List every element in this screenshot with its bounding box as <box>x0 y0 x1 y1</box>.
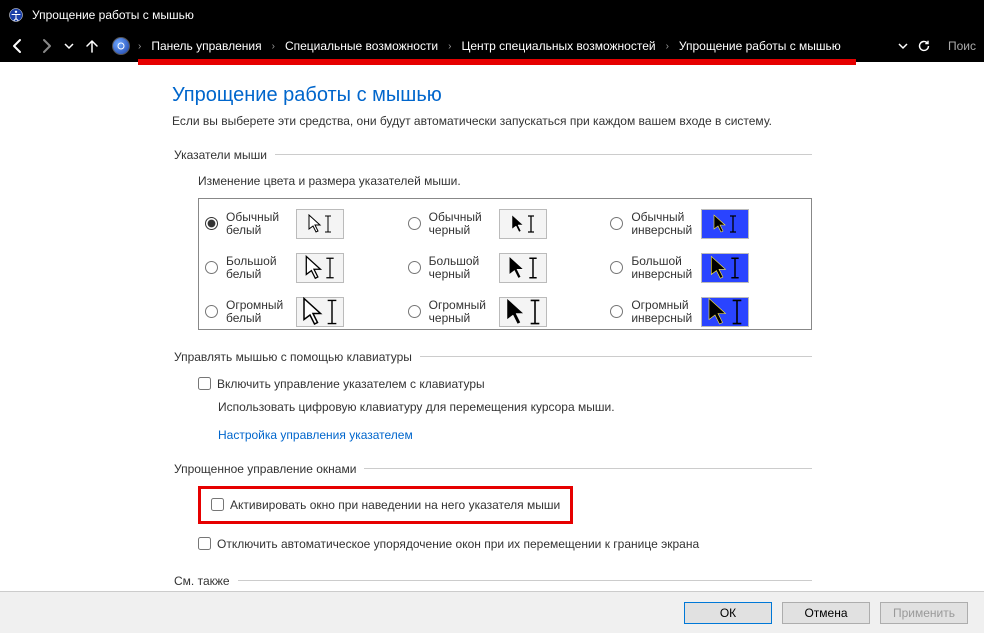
pointer-option-normal-white[interactable]: Обычный белый <box>205 209 400 239</box>
dialog-footer: ОК Отмена Применить <box>0 591 984 633</box>
checkbox-enable-mousekeys[interactable]: Включить управление указателем с клавиат… <box>198 374 812 394</box>
pointer-preview-icon <box>499 297 547 327</box>
section-see-also: См. также <box>172 574 812 591</box>
radio-large-white[interactable] <box>205 261 218 274</box>
section-legend: Упрощенное управление окнами <box>172 462 364 476</box>
pointer-label: Огромный черный <box>429 299 493 325</box>
pointer-option-normal-black[interactable]: Обычный черный <box>408 209 603 239</box>
breadcrumb-control-panel[interactable]: Панель управления <box>145 32 267 60</box>
pointer-option-xl-black[interactable]: Огромный черный <box>408 297 603 327</box>
pointer-preview-icon <box>701 253 749 283</box>
checkbox-disable-auto-arrange[interactable]: Отключить автоматическое упорядочение ок… <box>198 534 812 554</box>
radio-large-black[interactable] <box>408 261 421 274</box>
search-placeholder-text: Поис <box>948 39 976 53</box>
pointer-options-box: Обычный белый Обычный черный <box>198 198 812 330</box>
mousekeys-description: Использовать цифровую клавиатуру для пер… <box>198 400 812 414</box>
window-title-text: Упрощение работы с мышью <box>32 8 194 22</box>
radio-large-inverted[interactable] <box>610 261 623 274</box>
pointer-option-large-inverted[interactable]: Большой инверсный <box>610 253 805 283</box>
window-titlebar: Упрощение работы с мышью <box>0 0 984 30</box>
pointer-preview-icon <box>296 297 344 327</box>
radio-xl-black[interactable] <box>408 305 421 318</box>
radio-xl-inverted[interactable] <box>610 305 623 318</box>
pointer-option-xl-white[interactable]: Огромный белый <box>205 297 400 327</box>
search-input[interactable]: Поис <box>940 39 978 53</box>
breadcrumb-ease-of-access[interactable]: Специальные возможности <box>279 32 444 60</box>
checkbox-input[interactable] <box>211 498 224 511</box>
section-legend: Указатели мыши <box>172 148 275 162</box>
breadcrumb-label: Упрощение работы с мышью <box>679 39 841 53</box>
page-title: Упрощение работы с мышью <box>172 84 812 107</box>
pointer-label: Обычный черный <box>429 211 493 237</box>
pointer-sub-desc: Изменение цвета и размера указателей мыш… <box>198 174 812 188</box>
control-panel-icon <box>112 37 130 55</box>
annotation-red-box: Активировать окно при наведении на него … <box>198 486 573 524</box>
chevron-right-icon: › <box>664 41 671 52</box>
chevron-right-icon: › <box>270 41 277 52</box>
page-description: Если вы выберете эти средства, они будут… <box>172 113 812 130</box>
ease-of-access-icon <box>8 7 24 23</box>
pointer-label: Обычный белый <box>226 211 290 237</box>
recent-locations-button[interactable] <box>62 34 76 58</box>
checkbox-label: Активировать окно при наведении на него … <box>230 498 560 512</box>
breadcrumb-label: Панель управления <box>151 39 261 53</box>
pointer-label: Большой инверсный <box>631 255 695 281</box>
pointer-label: Обычный инверсный <box>631 211 695 237</box>
pointer-label: Огромный белый <box>226 299 290 325</box>
radio-normal-inverted[interactable] <box>610 217 623 230</box>
chevron-right-icon: › <box>446 41 453 52</box>
address-history-button[interactable] <box>896 34 910 58</box>
breadcrumb-ease-center[interactable]: Центр специальных возможностей <box>455 32 661 60</box>
checkbox-label: Включить управление указателем с клавиат… <box>217 377 485 391</box>
section-keyboard-mouse: Управлять мышью с помощью клавиатуры Вкл… <box>172 350 812 456</box>
section-mouse-pointers: Указатели мыши Изменение цвета и размера… <box>172 148 812 344</box>
pointer-option-xl-inverted[interactable]: Огромный инверсный <box>610 297 805 327</box>
pointer-preview-icon <box>701 209 749 239</box>
ok-button[interactable]: ОК <box>684 602 772 624</box>
checkbox-input[interactable] <box>198 537 211 550</box>
radio-normal-black[interactable] <box>408 217 421 230</box>
pointer-preview-icon <box>701 297 749 327</box>
pointer-label: Огромный инверсный <box>631 299 695 325</box>
pointer-option-large-black[interactable]: Большой черный <box>408 253 603 283</box>
breadcrumb: › Панель управления › Специальные возмож… <box>108 32 886 60</box>
pointer-label: Большой черный <box>429 255 493 281</box>
pointer-preview-icon <box>499 253 547 283</box>
checkbox-label: Отключить автоматическое упорядочение ок… <box>217 537 699 551</box>
radio-xl-white[interactable] <box>205 305 218 318</box>
link-mousekeys-setup[interactable]: Настройка управления указателем <box>218 428 413 442</box>
section-legend: См. также <box>172 574 238 588</box>
radio-normal-white[interactable] <box>205 217 218 230</box>
section-legend: Управлять мышью с помощью клавиатуры <box>172 350 420 364</box>
forward-button[interactable] <box>34 34 58 58</box>
chevron-right-icon: › <box>136 41 143 52</box>
address-bar: › Панель управления › Специальные возмож… <box>0 30 984 62</box>
up-button[interactable] <box>80 34 104 58</box>
pointer-option-large-white[interactable]: Большой белый <box>205 253 400 283</box>
apply-button[interactable]: Применить <box>880 602 968 624</box>
checkbox-activate-on-hover[interactable]: Активировать окно при наведении на него … <box>211 495 560 515</box>
section-window-management: Упрощенное управление окнами Активироват… <box>172 462 812 568</box>
pointer-label: Большой белый <box>226 255 290 281</box>
annotation-red-underline <box>138 59 856 65</box>
pointer-preview-icon <box>296 253 344 283</box>
breadcrumb-make-mouse-easier[interactable]: Упрощение работы с мышью <box>673 32 847 60</box>
pointer-option-normal-inverted[interactable]: Обычный инверсный <box>610 209 805 239</box>
pointer-preview-icon <box>499 209 547 239</box>
breadcrumb-label: Центр специальных возможностей <box>461 39 655 53</box>
back-button[interactable] <box>6 34 30 58</box>
pointer-preview-icon <box>296 209 344 239</box>
refresh-button[interactable] <box>912 34 936 58</box>
checkbox-input[interactable] <box>198 377 211 390</box>
breadcrumb-label: Специальные возможности <box>285 39 438 53</box>
cancel-button[interactable]: Отмена <box>782 602 870 624</box>
